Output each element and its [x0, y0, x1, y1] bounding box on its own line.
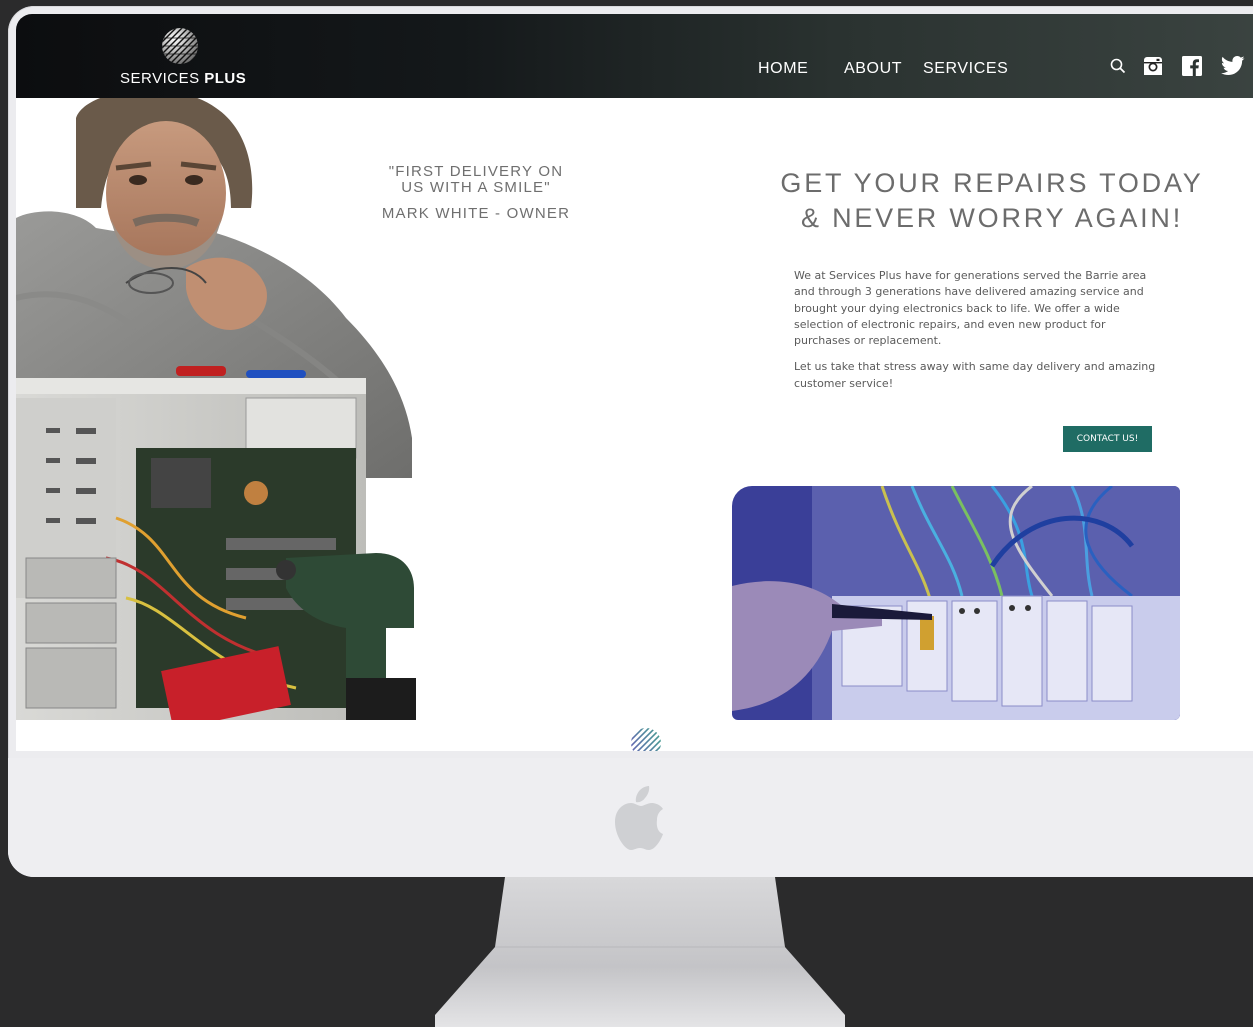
- instagram-icon[interactable]: [1143, 56, 1163, 80]
- twitter-icon[interactable]: [1221, 56, 1245, 80]
- website-screen: SERVICES PLUS HOME ABOUT SERVICES "FIRST…: [16, 14, 1253, 751]
- imac-stand: [435, 877, 845, 1027]
- quote-line-2: US WITH A SMILE": [401, 179, 551, 196]
- brand-name-light: SERVICES: [120, 70, 205, 87]
- hero-headline: GET YOUR REPAIRS TODAY & NEVER WORRY AGA…: [772, 166, 1212, 236]
- nav-item-home[interactable]: HOME: [758, 60, 808, 78]
- imac-monitor: SERVICES PLUS HOME ABOUT SERVICES "FIRST…: [8, 6, 1253, 877]
- nav-item-about[interactable]: ABOUT: [844, 60, 902, 78]
- electrical-panel-photo: [732, 486, 1180, 720]
- hero-description: We at Services Plus have for generations…: [794, 268, 1164, 402]
- quote-line-1: "FIRST DELIVERY ON: [388, 163, 564, 180]
- quote-author: MARK WHITE - OWNER: [381, 205, 571, 222]
- brand-name: SERVICES PLUS: [120, 70, 246, 87]
- brand-logo[interactable]: SERVICES PLUS: [120, 26, 246, 96]
- site-header: SERVICES PLUS HOME ABOUT SERVICES: [16, 14, 1253, 98]
- headline-line-2: & NEVER WORRY AGAIN!: [800, 203, 1184, 233]
- hero-paragraph-1: We at Services Plus have for generations…: [794, 269, 1147, 348]
- owner-quote: "FIRST DELIVERY ON US WITH A SMILE" MARK…: [356, 164, 596, 222]
- apple-logo-icon: [615, 786, 663, 850]
- hero-paragraph-2: Let us take that stress away with same d…: [794, 360, 1156, 390]
- search-icon[interactable]: [1110, 58, 1126, 78]
- headline-line-1: GET YOUR REPAIRS TODAY: [780, 168, 1204, 198]
- nav-item-services[interactable]: SERVICES: [923, 60, 1008, 78]
- globe-logo-icon: [162, 28, 198, 64]
- brand-name-bold: PLUS: [204, 70, 247, 87]
- globe-divider-icon: [631, 728, 661, 751]
- contact-us-button[interactable]: CONTACT US!: [1063, 426, 1152, 452]
- facebook-icon[interactable]: [1182, 56, 1202, 80]
